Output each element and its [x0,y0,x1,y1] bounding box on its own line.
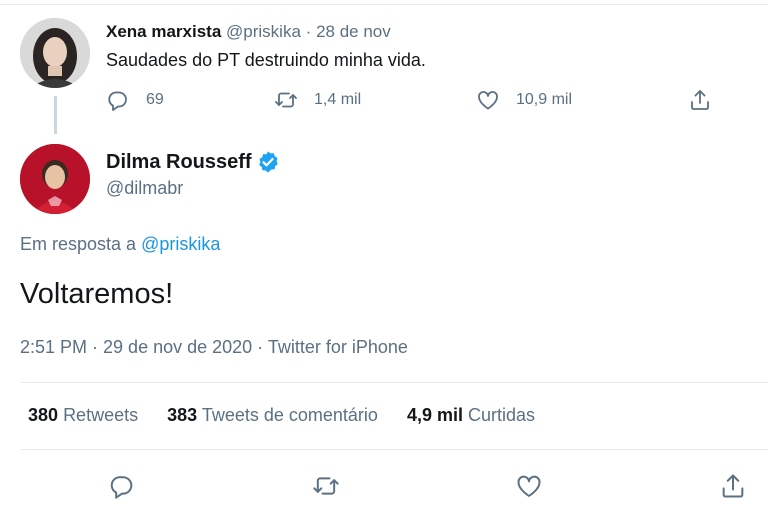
tweet-author-name[interactable]: Dilma Rousseff [106,151,252,174]
divider [20,449,768,450]
parent-like-count: 10,9 mil [516,91,573,108]
retweet-icon [313,477,339,495]
parent-like-button[interactable]: 10,9 mil [476,88,572,112]
quotes-count: 383 [167,405,198,425]
parent-author-name[interactable]: Xena marxista [106,22,221,41]
avatar-dilma[interactable] [20,144,90,214]
parent-reply-count: 69 [146,91,164,108]
like-button[interactable] [515,472,543,500]
parent-reply-button[interactable]: 69 [106,88,164,112]
share-button[interactable] [719,472,747,500]
share-icon [722,474,744,498]
tweet-meta[interactable]: 2:51 PM · 29 de nov de 2020 · Twitter fo… [20,337,408,358]
parent-retweet-count: 1,4 mil [314,91,362,108]
tweet-author-handle[interactable]: @dilmabr [106,178,183,199]
retweet-icon [275,92,297,108]
divider [20,382,768,383]
tweet-action-bar [0,472,768,500]
retweets-stat[interactable]: 380 Retweets [28,405,138,426]
parent-author-handle[interactable]: @priskika [226,22,301,41]
thread-connector [54,96,57,134]
parent-action-bar: 69 1,4 mil 10,9 mil [106,88,726,118]
retweet-button[interactable] [312,472,340,500]
reply-icon [110,476,133,499]
reply-button[interactable] [108,472,136,500]
tweet-author-name-row: Dilma Rousseff [106,150,280,174]
parent-tweet-date[interactable]: 28 de nov [316,22,391,41]
retweets-label: Retweets [63,405,139,425]
parent-tweet-header: Xena marxista @priskika · 28 de nov [106,22,391,42]
parent-share-button[interactable] [688,88,712,112]
reply-icon [108,91,127,111]
avatar-xena[interactable] [20,18,90,88]
top-divider [0,4,768,5]
likes-count: 4,9 mil [406,405,463,425]
reply-mention-link[interactable]: @priskika [141,234,220,254]
parent-header-separator: · [305,22,312,41]
parent-tweet-text: Saudades do PT destruindo minha vida. [106,50,426,70]
likes-label: Curtidas [467,405,536,425]
like-icon [478,91,498,110]
retweets-count: 380 [28,405,59,425]
verified-badge-icon [256,150,280,174]
like-icon [517,475,541,497]
tweet-stats: 380 Retweets 383 Tweets de comentário 4,… [28,405,564,426]
likes-stat[interactable]: 4,9 mil Curtidas [407,405,535,426]
reply-prefix: Em resposta a [20,234,137,254]
quotes-stat[interactable]: 383 Tweets de comentário [167,405,378,426]
tweet-text: Voltaremos! [20,278,174,310]
parent-retweet-button[interactable]: 1,4 mil [274,88,361,112]
share-icon [691,90,709,110]
quotes-label: Tweets de comentário [201,405,378,425]
reply-context: Em resposta a @priskika [20,234,220,255]
